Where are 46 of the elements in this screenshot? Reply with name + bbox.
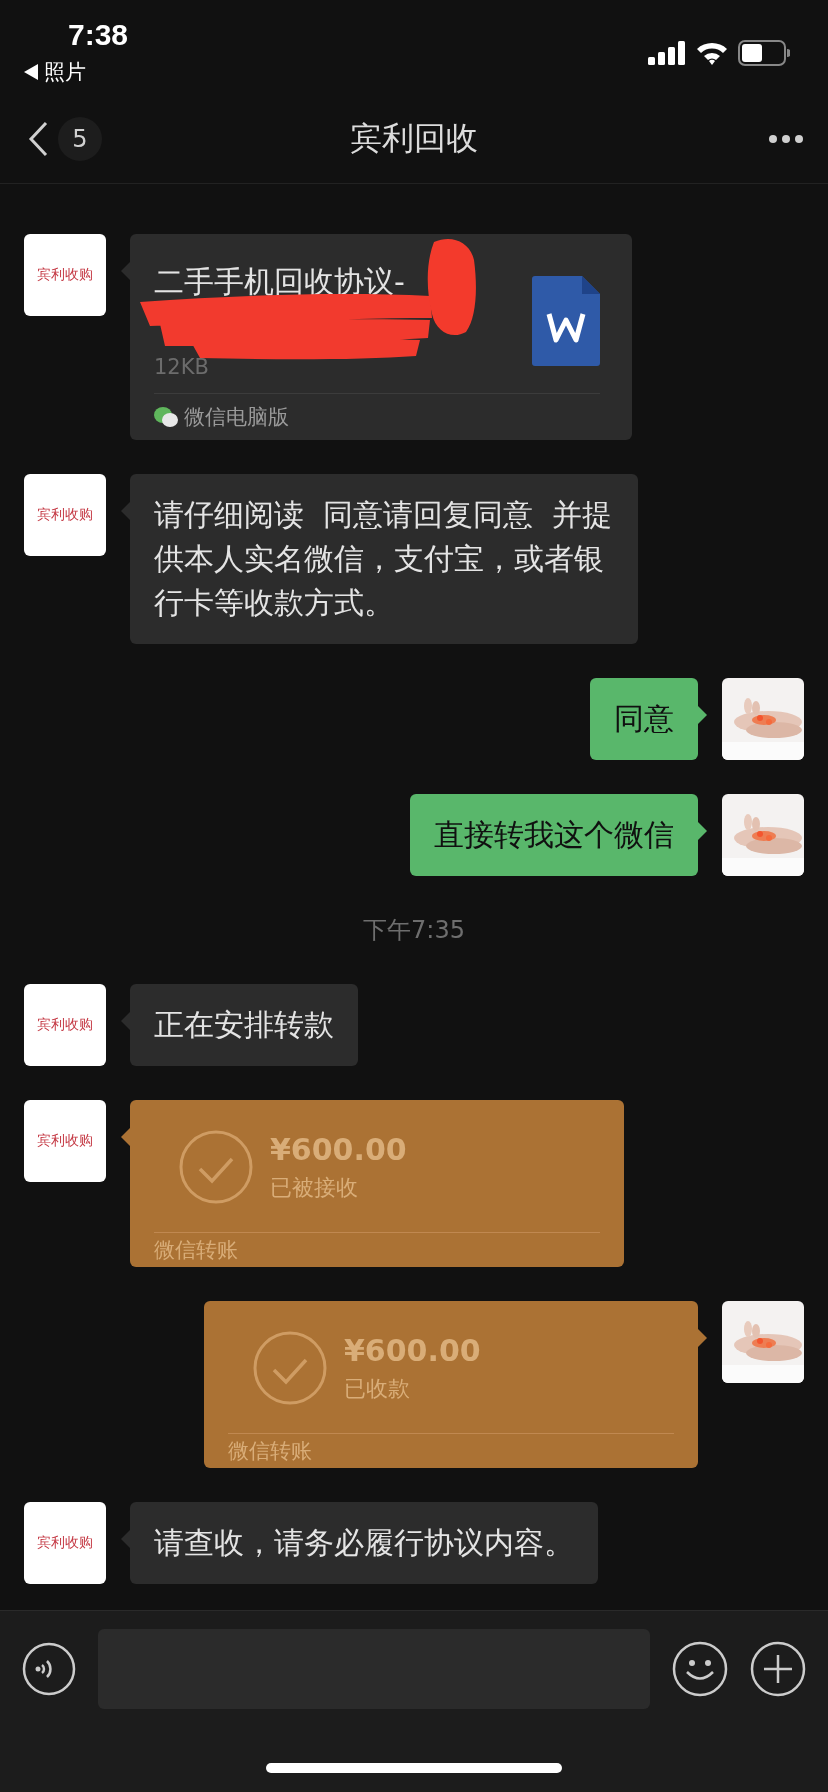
wifi-icon (696, 40, 728, 65)
message-bubble[interactable]: 请查收，请务必履行协议内容。 (130, 1502, 598, 1584)
clock-time: 7:38 (68, 18, 129, 52)
transfer-label: 微信转账 (228, 1438, 312, 1465)
check-circle-icon (178, 1129, 254, 1205)
bubble-tail (121, 502, 130, 520)
unread-count-badge: 5 (58, 117, 102, 161)
voice-input-icon[interactable] (22, 1642, 76, 1696)
file-card[interactable]: 二手手机回收协议- 12KB 微信电脑版 (130, 234, 632, 440)
avatar[interactable]: 宾利收购 (24, 1502, 106, 1584)
message-bubble[interactable]: 正在安排转款 (130, 984, 358, 1066)
avatar[interactable]: 宾利收购 (24, 234, 106, 316)
emoji-icon[interactable] (672, 1641, 728, 1697)
transfer-status: 已收款 (344, 1374, 411, 1403)
bubble-tail (121, 1530, 130, 1548)
chat-bubbles-icon (154, 406, 178, 428)
more-options-icon[interactable] (768, 134, 804, 144)
message-bubble[interactable]: 直接转我这个微信 (410, 794, 698, 876)
check-circle-icon (252, 1330, 328, 1406)
transfer-status: 已被接收 (270, 1173, 359, 1202)
bubble-tail (121, 1012, 130, 1030)
timestamp: 下午7:35 (363, 915, 465, 946)
file-name: 二手手机回收协议- (154, 263, 405, 301)
bubble-tail (121, 1128, 130, 1146)
bubble-tail (121, 262, 130, 280)
back-to-app-link[interactable]: 照片 (24, 58, 129, 86)
signal-icon (648, 40, 686, 65)
avatar[interactable]: 宾利收购 (24, 1100, 106, 1182)
avatar[interactable]: 宾利收购 (24, 474, 106, 556)
transfer-amount: ¥600.00 (344, 1332, 481, 1368)
avatar[interactable]: 宾利收购 (24, 984, 106, 1066)
source-label: 微信电脑版 (184, 404, 289, 431)
transfer-amount: ¥600.00 (270, 1131, 407, 1167)
message-bubble[interactable]: 同意 (590, 678, 698, 760)
file-size: 12KB (154, 355, 210, 379)
add-icon[interactable] (750, 1641, 806, 1697)
back-triangle-icon (24, 64, 38, 80)
word-document-icon (532, 276, 600, 366)
back-chevron-icon[interactable] (28, 121, 48, 157)
transfer-label: 微信转账 (154, 1237, 238, 1264)
bubble-tail (698, 1329, 707, 1347)
bubble-tail (698, 822, 707, 840)
bubble-tail (698, 706, 707, 724)
message-bubble[interactable]: 请仔细阅读 同意请回复同意 并提供本人实名微信，支付宝，或者银行卡等收款方式。 (130, 474, 638, 644)
battery-icon (738, 39, 790, 66)
chat-title: 宾利回收 (350, 119, 478, 157)
